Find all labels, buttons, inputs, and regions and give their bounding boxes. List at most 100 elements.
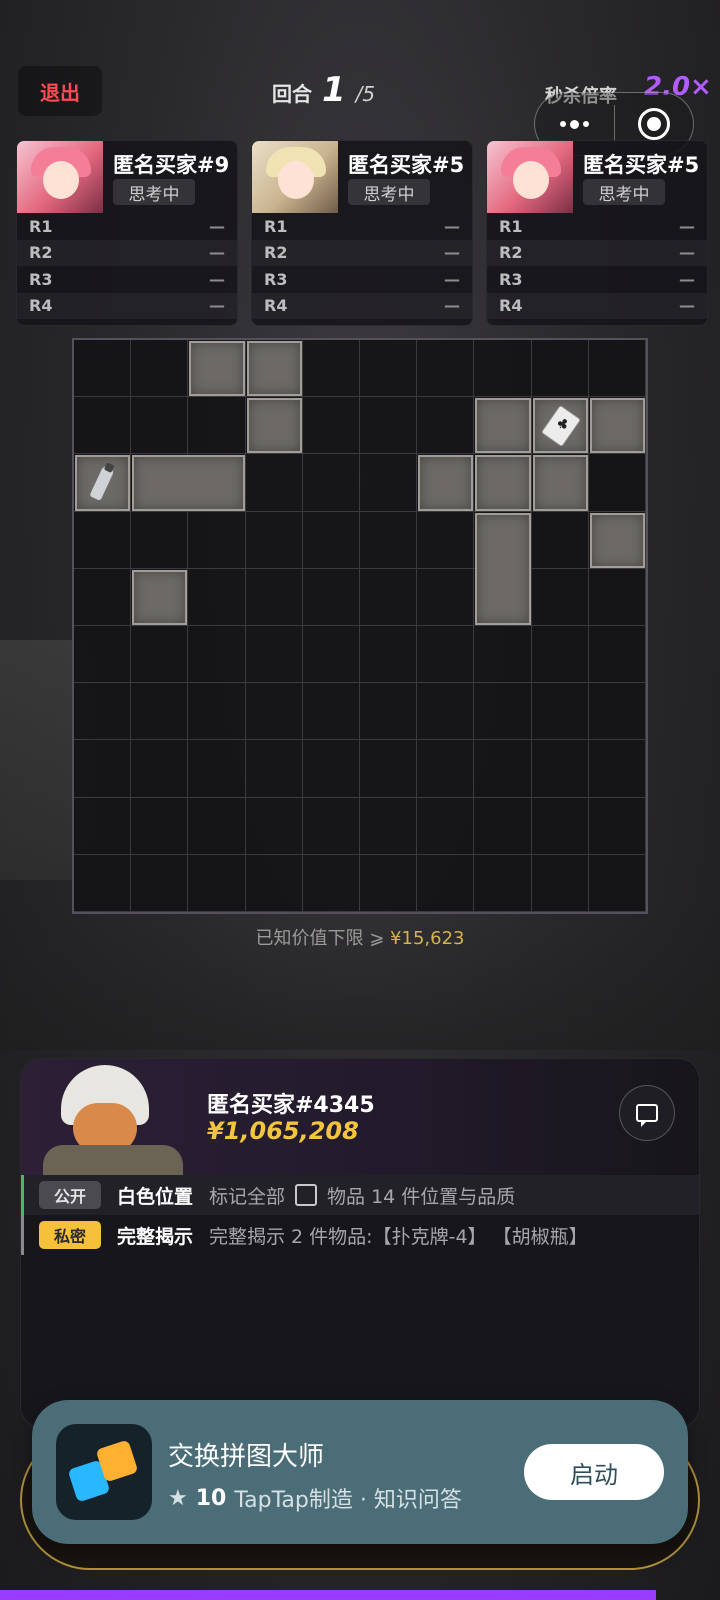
grid-item[interactable] bbox=[246, 341, 302, 397]
grid-cell[interactable] bbox=[188, 854, 246, 912]
grid-cell[interactable] bbox=[302, 454, 360, 512]
grid-item[interactable] bbox=[75, 455, 131, 511]
grid-cell[interactable] bbox=[188, 511, 246, 569]
grid-cell[interactable] bbox=[360, 797, 418, 855]
grid-cell[interactable] bbox=[302, 568, 360, 626]
grid-cell[interactable] bbox=[245, 511, 303, 569]
grid-cell[interactable] bbox=[74, 397, 132, 455]
grid-item[interactable] bbox=[475, 512, 531, 625]
grid-cell[interactable] bbox=[588, 854, 646, 912]
grid-cell[interactable] bbox=[74, 740, 132, 798]
grid-cell[interactable] bbox=[588, 626, 646, 684]
grid-cell[interactable] bbox=[302, 397, 360, 455]
grid-cell[interactable] bbox=[360, 626, 418, 684]
grid-cell[interactable] bbox=[360, 511, 418, 569]
grid-cell[interactable] bbox=[531, 854, 589, 912]
app-popup[interactable]: 交换拼图大师 ★ 10 TapTap制造 · 知识问答 启动 bbox=[32, 1400, 688, 1544]
grid-cell[interactable] bbox=[417, 397, 475, 455]
grid-cell[interactable] bbox=[302, 797, 360, 855]
grid-cell[interactable] bbox=[588, 340, 646, 398]
grid-cell[interactable] bbox=[74, 340, 132, 398]
exit-button[interactable]: 退出 bbox=[18, 66, 102, 116]
grid-cell[interactable] bbox=[74, 511, 132, 569]
grid-cell[interactable] bbox=[74, 626, 132, 684]
grid-cell[interactable] bbox=[474, 683, 532, 741]
grid-cell[interactable] bbox=[245, 854, 303, 912]
grid-cell[interactable] bbox=[188, 740, 246, 798]
grid-cell[interactable] bbox=[302, 340, 360, 398]
grid-cell[interactable] bbox=[531, 511, 589, 569]
grid-item[interactable] bbox=[189, 341, 245, 397]
grid-cell[interactable] bbox=[188, 683, 246, 741]
grid-cell[interactable] bbox=[360, 568, 418, 626]
grid-cell[interactable] bbox=[131, 683, 189, 741]
grid-item[interactable] bbox=[589, 512, 645, 568]
grid-item[interactable] bbox=[418, 455, 474, 511]
grid-item[interactable] bbox=[475, 455, 531, 511]
grid-cell[interactable] bbox=[531, 797, 589, 855]
grid-item[interactable] bbox=[132, 569, 188, 625]
grid-cell[interactable] bbox=[131, 626, 189, 684]
grid-cell[interactable] bbox=[245, 568, 303, 626]
grid-cell[interactable] bbox=[245, 683, 303, 741]
grid-cell[interactable] bbox=[417, 683, 475, 741]
grid-cell[interactable] bbox=[417, 511, 475, 569]
grid-cell[interactable] bbox=[360, 683, 418, 741]
grid-cell[interactable] bbox=[131, 340, 189, 398]
grid-item[interactable] bbox=[589, 398, 645, 454]
grid-cell[interactable] bbox=[74, 854, 132, 912]
grid-cell[interactable] bbox=[360, 454, 418, 512]
grid-cell[interactable] bbox=[474, 626, 532, 684]
grid-cell[interactable] bbox=[131, 797, 189, 855]
grid-cell[interactable] bbox=[417, 340, 475, 398]
grid-cell[interactable] bbox=[302, 740, 360, 798]
grid-cell[interactable] bbox=[417, 740, 475, 798]
grid-cell[interactable] bbox=[302, 854, 360, 912]
grid-cell[interactable] bbox=[74, 683, 132, 741]
grid-item[interactable] bbox=[246, 398, 302, 454]
grid-item[interactable] bbox=[132, 455, 245, 511]
grid-cell[interactable] bbox=[188, 568, 246, 626]
grid-cell[interactable] bbox=[588, 454, 646, 512]
grid-cell[interactable] bbox=[417, 626, 475, 684]
grid-cell[interactable] bbox=[131, 397, 189, 455]
grid-cell[interactable] bbox=[360, 397, 418, 455]
grid-cell[interactable] bbox=[188, 397, 246, 455]
checkbox-icon[interactable] bbox=[295, 1184, 318, 1206]
grid-item[interactable] bbox=[532, 455, 588, 511]
grid-cell[interactable] bbox=[417, 854, 475, 912]
chat-button[interactable] bbox=[619, 1085, 675, 1141]
grid-cell[interactable] bbox=[531, 740, 589, 798]
grid-cell[interactable] bbox=[131, 740, 189, 798]
grid-item[interactable] bbox=[532, 398, 588, 454]
grid-cell[interactable] bbox=[74, 568, 132, 626]
grid-cell[interactable] bbox=[474, 340, 532, 398]
grid-cell[interactable] bbox=[531, 340, 589, 398]
grid-cell[interactable] bbox=[474, 740, 532, 798]
grid-cell[interactable] bbox=[588, 740, 646, 798]
grid-cell[interactable] bbox=[360, 740, 418, 798]
grid-cell[interactable] bbox=[131, 854, 189, 912]
grid-cell[interactable] bbox=[360, 340, 418, 398]
grid-cell[interactable] bbox=[474, 854, 532, 912]
item-grid[interactable] bbox=[72, 338, 648, 914]
grid-cell[interactable] bbox=[417, 797, 475, 855]
grid-cell[interactable] bbox=[417, 568, 475, 626]
grid-cell[interactable] bbox=[245, 740, 303, 798]
launch-button[interactable]: 启动 bbox=[524, 1444, 664, 1500]
grid-cell[interactable] bbox=[245, 454, 303, 512]
grid-cell[interactable] bbox=[188, 797, 246, 855]
grid-cell[interactable] bbox=[588, 683, 646, 741]
grid-cell[interactable] bbox=[74, 797, 132, 855]
grid-cell[interactable] bbox=[360, 854, 418, 912]
grid-cell[interactable] bbox=[188, 626, 246, 684]
grid-cell[interactable] bbox=[302, 626, 360, 684]
grid-cell[interactable] bbox=[131, 511, 189, 569]
grid-cell[interactable] bbox=[474, 797, 532, 855]
grid-cell[interactable] bbox=[588, 797, 646, 855]
grid-cell[interactable] bbox=[531, 568, 589, 626]
grid-cell[interactable] bbox=[302, 683, 360, 741]
grid-item[interactable] bbox=[475, 398, 531, 454]
grid-cell[interactable] bbox=[245, 797, 303, 855]
grid-cell[interactable] bbox=[531, 626, 589, 684]
